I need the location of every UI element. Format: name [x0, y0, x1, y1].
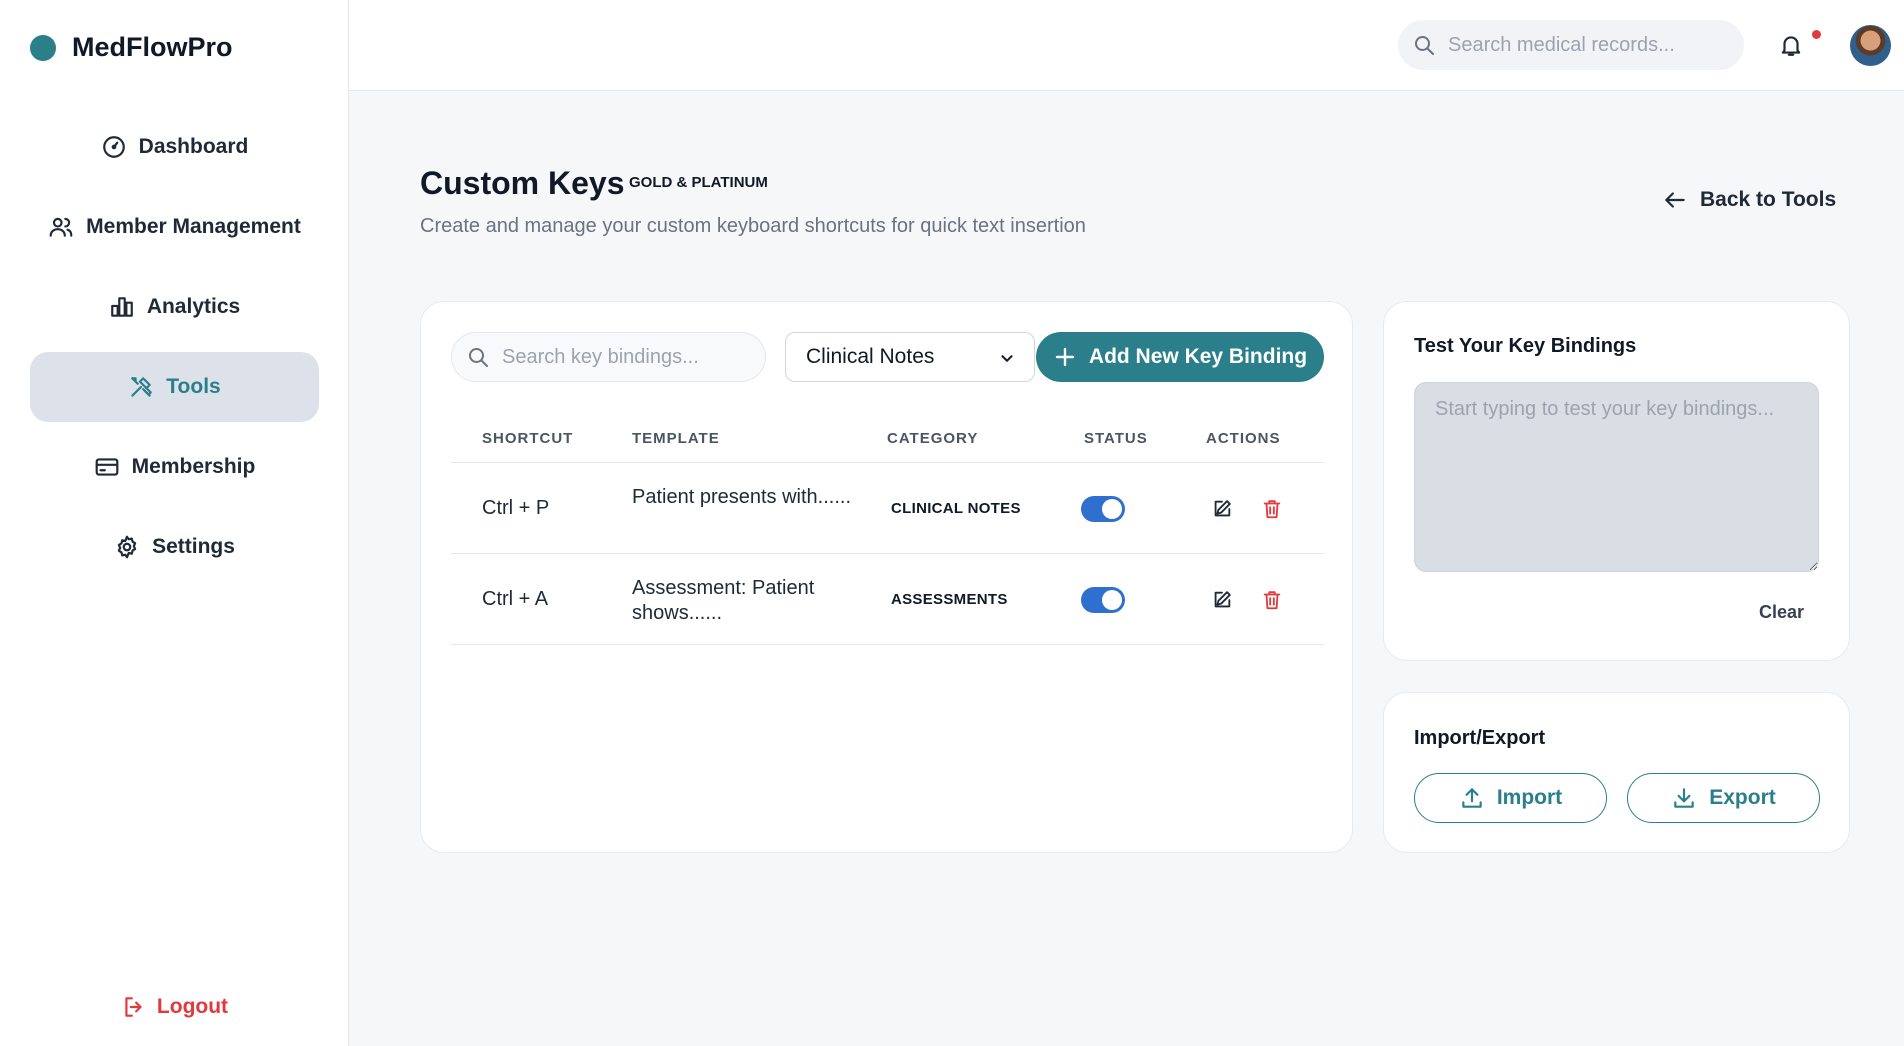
table-row: Ctrl + P Patient presents with...... CLI… [451, 463, 1324, 554]
sidebar-item-settings[interactable]: Settings [30, 512, 319, 582]
bar-chart-icon [110, 297, 133, 317]
trash-icon [1263, 591, 1281, 610]
sidebar-item-dashboard[interactable]: Dashboard [30, 112, 319, 182]
sidebar-nav: Dashboard Member Management Analytics To… [30, 112, 319, 592]
import-label: Import [1496, 786, 1563, 809]
export-label: Export [1709, 786, 1776, 809]
chevron-down-icon [1001, 355, 1013, 362]
brand-logo [30, 34, 56, 61]
key-bindings-table: SHORTCUT TEMPLATE CATEGORY STATUS ACTION… [451, 412, 1324, 645]
trash-icon [1263, 500, 1281, 519]
upload-icon [1462, 788, 1482, 808]
logout-button[interactable]: Logout [0, 994, 349, 1020]
download-icon [1674, 788, 1694, 808]
key-binding-search-input[interactable] [502, 345, 742, 369]
category-select-value: Clinical Notes [806, 345, 935, 368]
logout-icon [125, 997, 142, 1017]
gear-icon [117, 535, 137, 559]
sidebar-item-label: Dashboard [138, 135, 249, 158]
page-title: Custom Keys [420, 165, 625, 201]
logout-label: Logout [156, 995, 229, 1018]
global-search[interactable] [1398, 20, 1744, 70]
edit-button[interactable] [1211, 498, 1233, 520]
tier-badge: GOLD & PLATINUM [629, 174, 768, 191]
bell-icon [1781, 36, 1801, 56]
import-export-card: Import/Export Import Export [1383, 692, 1850, 853]
delete-button[interactable] [1261, 498, 1283, 520]
shortcut-cell: Ctrl + A [482, 588, 549, 610]
import-button[interactable]: Import [1414, 773, 1607, 823]
column-header-actions: ACTIONS [1206, 430, 1281, 447]
brand-name: MedFlowPro [72, 32, 233, 62]
edit-button[interactable] [1211, 589, 1233, 611]
plus-icon [1055, 347, 1075, 367]
topbar [349, 0, 1904, 91]
sidebar-item-tools[interactable]: Tools [30, 352, 319, 422]
sidebar-item-member-management[interactable]: Member Management [30, 192, 319, 262]
key-binding-search[interactable] [451, 332, 766, 382]
add-button-label: Add New Key Binding [1088, 345, 1308, 368]
avatar[interactable] [1850, 25, 1891, 66]
sidebar: MedFlowPro Dashboard Member Management A… [0, 0, 349, 1046]
sidebar-item-label: Settings [152, 535, 235, 558]
toggle-knob [1102, 499, 1122, 519]
table-row: Ctrl + A Assessment: Patient shows......… [451, 554, 1324, 645]
sidebar-item-label: Member Management [86, 215, 301, 238]
clear-button[interactable]: Clear [1759, 602, 1804, 623]
status-toggle[interactable] [1081, 496, 1125, 522]
sidebar-item-label: Tools [166, 375, 221, 398]
export-button[interactable]: Export [1627, 773, 1820, 823]
notifications-button[interactable] [1778, 32, 1806, 60]
template-cell: Assessment: Patient shows...... [632, 577, 815, 624]
sidebar-item-label: Membership [131, 455, 256, 478]
sidebar-item-membership[interactable]: Membership [30, 432, 319, 502]
category-cell: CLINICAL NOTES [891, 500, 1021, 517]
sidebar-item-label: Analytics [146, 295, 241, 318]
brand[interactable]: MedFlowPro [30, 32, 233, 63]
status-toggle[interactable] [1081, 587, 1125, 613]
search-icon [1415, 36, 1434, 55]
delete-button[interactable] [1261, 589, 1283, 611]
back-link-label: Back to Tools [1700, 188, 1837, 211]
column-header-template: TEMPLATE [632, 430, 720, 447]
global-search-input[interactable] [1448, 33, 1708, 57]
category-cell: ASSESSMENTS [891, 591, 1008, 608]
template-cell: Patient presents with...... [632, 486, 851, 508]
test-input-textarea[interactable] [1414, 382, 1819, 572]
toggle-knob [1102, 590, 1122, 610]
edit-icon [1214, 591, 1231, 608]
arrow-left-icon [1665, 192, 1685, 208]
card-icon [95, 458, 119, 476]
tools-icon [131, 377, 153, 397]
gauge-icon [102, 136, 125, 158]
add-key-binding-button[interactable]: Add New Key Binding [1036, 332, 1324, 382]
key-bindings-card: Clinical Notes Add New Key Binding SHORT… [420, 301, 1353, 853]
edit-icon [1214, 500, 1231, 517]
table-header: SHORTCUT TEMPLATE CATEGORY STATUS ACTION… [451, 412, 1324, 463]
users-icon [49, 217, 73, 237]
shortcut-cell: Ctrl + P [482, 497, 550, 519]
column-header-status: STATUS [1084, 430, 1148, 447]
column-header-category: CATEGORY [887, 430, 979, 447]
notification-dot [1812, 30, 1821, 39]
test-panel-title: Test Your Key Bindings [1414, 335, 1637, 357]
search-icon [469, 348, 488, 367]
back-to-tools-link[interactable]: Back to Tools [1662, 187, 1836, 213]
sidebar-item-analytics[interactable]: Analytics [30, 272, 319, 342]
category-select[interactable]: Clinical Notes [785, 332, 1035, 382]
test-key-bindings-card: Test Your Key Bindings Clear [1383, 301, 1850, 661]
column-header-shortcut: SHORTCUT [482, 430, 574, 447]
import-export-title: Import/Export [1414, 727, 1546, 749]
page-subtitle: Create and manage your custom keyboard s… [420, 215, 1086, 237]
